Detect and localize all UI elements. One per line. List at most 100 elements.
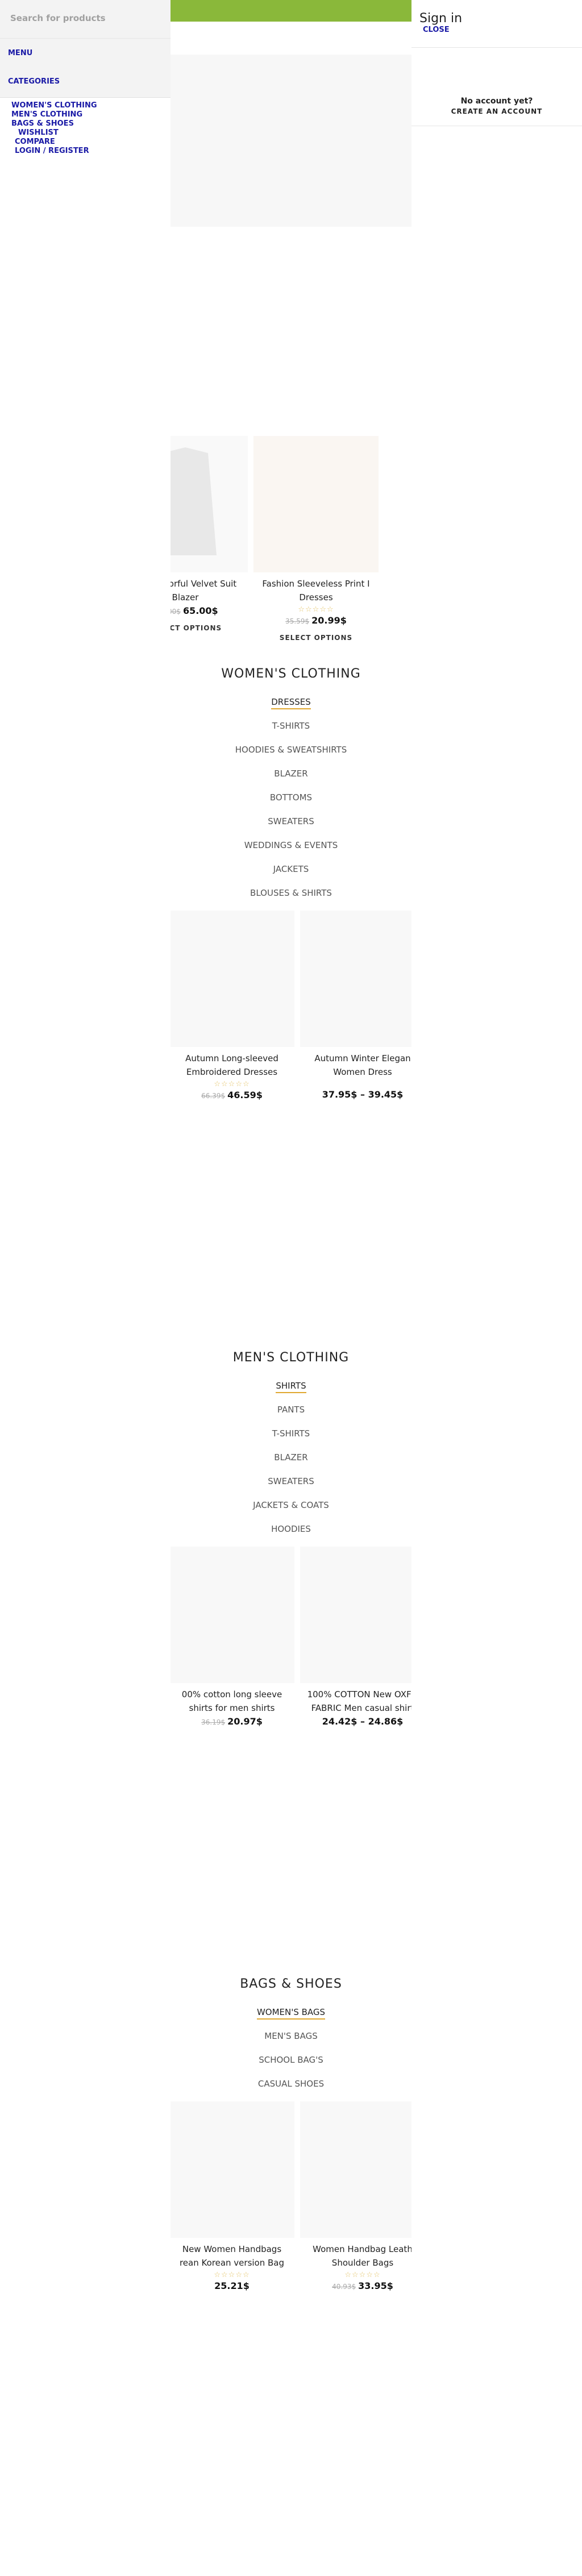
- select-options-button[interactable]: SELECT OPTIONS: [253, 634, 379, 642]
- nav-mens-clothing[interactable]: MEN'S CLOTHING: [11, 110, 171, 119]
- product-image[interactable]: [171, 2101, 294, 2238]
- subcategory-active[interactable]: SHIRTS: [171, 1374, 411, 1398]
- section-womens-clothing: WOMEN'S CLOTHING DRESSES T-SHIRTS HOODIE…: [171, 667, 411, 1100]
- product-price: 37.95$ – 39.45$: [300, 1089, 411, 1100]
- current-price: 46.59$: [227, 1090, 263, 1100]
- product-price: 35.59$ 20.99$: [253, 615, 379, 626]
- subcategory-active[interactable]: DRESSES: [171, 690, 411, 714]
- search-input[interactable]: [10, 13, 158, 23]
- product-card[interactable]: Fashion Sleeveless Print I Dresses ☆☆☆☆☆…: [253, 436, 379, 642]
- subcategory-item[interactable]: T-SHIRTS: [171, 714, 411, 738]
- product-name[interactable]: Autumn Long-sleeved Embroidered Dresses: [171, 1052, 294, 1079]
- old-price: 36.19$: [201, 1718, 226, 1726]
- section-title: MEN'S CLOTHING: [232, 1351, 350, 1365]
- product-image[interactable]: [171, 1547, 294, 1683]
- subcategory-item[interactable]: JACKETS & COATS: [171, 1493, 411, 1517]
- product-image[interactable]: [171, 911, 294, 1047]
- product-image[interactable]: [171, 436, 248, 572]
- menu-nav: WOMEN'S CLOTHING MEN'S CLOTHING BAGS & S…: [0, 98, 171, 156]
- product-grid: Autumn Long-sleeved Embroidered Dresses …: [171, 911, 411, 1100]
- subcategory-list: DRESSES T-SHIRTS HOODIES & SWEATSHIRTS B…: [171, 690, 411, 905]
- featured-products: hion Colorful Velvet Suit Blazer 110.00$…: [171, 436, 411, 642]
- current-price: 20.99$: [311, 615, 347, 626]
- nav-wishlist[interactable]: WISHLIST: [11, 128, 171, 138]
- product-image[interactable]: [300, 2101, 411, 2238]
- product-image[interactable]: [300, 911, 411, 1047]
- product-name[interactable]: Fashion Sleeveless Print I Dresses: [253, 577, 379, 604]
- product-price: 66.39$ 46.59$: [171, 1090, 294, 1100]
- create-account-link[interactable]: CREATE AN ACCOUNT: [411, 107, 582, 115]
- section-bags-shoes: BAGS & SHOES WOMEN'S BAGS MEN'S BAGS SCH…: [171, 1977, 411, 2291]
- current-price: 37.95$ – 39.45$: [322, 1089, 404, 1100]
- subcategory-item[interactable]: BLAZER: [171, 762, 411, 786]
- page: MENU CATEGORIES WOMEN'S CLOTHING MEN'S C…: [0, 0, 582, 2576]
- nav-compare[interactable]: COMPARE: [11, 138, 171, 147]
- search-bar: [0, 0, 171, 39]
- current-price: 25.21$: [214, 2280, 250, 2291]
- product-name[interactable]: Autumn Winter Elegan Women Dress: [300, 1052, 411, 1079]
- product-image[interactable]: [300, 1547, 411, 1683]
- product-image[interactable]: [253, 436, 379, 572]
- subcategory-item[interactable]: SWEATERS: [171, 1469, 411, 1493]
- subcategory-item[interactable]: MEN'S BAGS: [171, 2024, 411, 2048]
- subcategory-item[interactable]: CASUAL SHOES: [171, 2072, 411, 2096]
- subcategory-item[interactable]: HOODIES & SWEATSHIRTS: [171, 738, 411, 762]
- left-menu-panel: MENU CATEGORIES WOMEN'S CLOTHING MEN'S C…: [0, 0, 171, 2576]
- product-price: 24.42$ – 24.86$: [300, 1716, 411, 1727]
- subcategory-item[interactable]: HOODIES: [171, 1517, 411, 1541]
- blazer-image: [171, 436, 248, 572]
- menu-header: MENU CATEGORIES: [0, 39, 171, 98]
- product-card[interactable]: 100% COTTON New OXFO FABRIC Men casual s…: [300, 1547, 411, 1727]
- nav-womens-clothing[interactable]: WOMEN'S CLOTHING: [11, 101, 171, 110]
- subcategory-item[interactable]: WEDDINGS & EVENTS: [171, 833, 411, 857]
- product-card[interactable]: Autumn Long-sleeved Embroidered Dresses …: [171, 911, 294, 1100]
- close-button[interactable]: CLOSE: [423, 26, 574, 34]
- dress-image: [253, 436, 379, 572]
- signin-panel: Sign in CLOSE No account yet? CREATE AN …: [411, 0, 582, 2576]
- product-card[interactable]: Women Handbag Leath Shoulder Bags ☆☆☆☆☆ …: [300, 2101, 411, 2291]
- rating-stars: ☆☆☆☆☆: [298, 605, 334, 614]
- product-card[interactable]: New Women Handbags rean Korean version B…: [171, 2101, 294, 2291]
- product-name[interactable]: New Women Handbags rean Korean version B…: [171, 2242, 294, 2270]
- select-options-button[interactable]: SELECT OPTIONS: [171, 624, 248, 632]
- product-grid: 00% cotton long sleeve shirts for men sh…: [171, 1547, 411, 1727]
- product-card[interactable]: Autumn Winter Elegan Women Dress 37.95$ …: [300, 911, 411, 1100]
- create-account-box: No account yet? CREATE AN ACCOUNT: [411, 48, 582, 126]
- old-price: 66.39$: [201, 1092, 226, 1100]
- main-content: hion Colorful Velvet Suit Blazer 110.00$…: [171, 0, 411, 2576]
- signin-title: Sign in: [419, 11, 463, 26]
- product-name[interactable]: hion Colorful Velvet Suit Blazer: [171, 577, 248, 604]
- subcategory-item[interactable]: SCHOOL BAG'S: [171, 2048, 411, 2072]
- top-bar: [171, 0, 411, 22]
- subcategory-item[interactable]: SWEATERS: [171, 809, 411, 833]
- subcategory-item[interactable]: BOTTOMS: [171, 786, 411, 809]
- product-price: 40.93$ 33.95$: [300, 2280, 411, 2291]
- subcategory-active[interactable]: WOMEN'S BAGS: [171, 2000, 411, 2024]
- product-name[interactable]: Women Handbag Leath Shoulder Bags: [300, 2242, 411, 2270]
- rating-stars: ☆☆☆☆☆: [214, 2271, 250, 2279]
- subcategory-item[interactable]: T-SHIRTS: [171, 1422, 411, 1445]
- current-price: 33.95$: [358, 2280, 393, 2291]
- old-price: 40.93$: [332, 2283, 356, 2291]
- product-price: 110.00$65.00$: [171, 605, 248, 616]
- subcategory-item[interactable]: BLOUSES & SHIRTS: [171, 881, 411, 905]
- product-card[interactable]: 00% cotton long sleeve shirts for men sh…: [171, 1547, 294, 1727]
- subcategory-label: SHIRTS: [276, 1381, 306, 1393]
- product-price: 36.19$ 20.97$: [171, 1716, 294, 1727]
- product-name[interactable]: 00% cotton long sleeve shirts for men sh…: [171, 1688, 294, 1715]
- product-grid: New Women Handbags rean Korean version B…: [171, 2101, 411, 2291]
- categories-tab[interactable]: CATEGORIES: [8, 77, 60, 86]
- product-card[interactable]: hion Colorful Velvet Suit Blazer 110.00$…: [171, 436, 248, 642]
- nav-bags-shoes[interactable]: BAGS & SHOES: [11, 119, 171, 128]
- subcategory-label: DRESSES: [271, 697, 311, 709]
- subcategory-item[interactable]: JACKETS: [171, 857, 411, 881]
- subcategory-item[interactable]: BLAZER: [171, 1445, 411, 1469]
- product-name[interactable]: 100% COTTON New OXFO FABRIC Men casual s…: [300, 1688, 411, 1715]
- subcategory-label: WOMEN'S BAGS: [256, 2007, 326, 2020]
- subcategory-item[interactable]: PANTS: [171, 1398, 411, 1422]
- nav-login-register[interactable]: LOGIN / REGISTER: [11, 147, 171, 156]
- menu-tab[interactable]: MENU: [8, 49, 32, 57]
